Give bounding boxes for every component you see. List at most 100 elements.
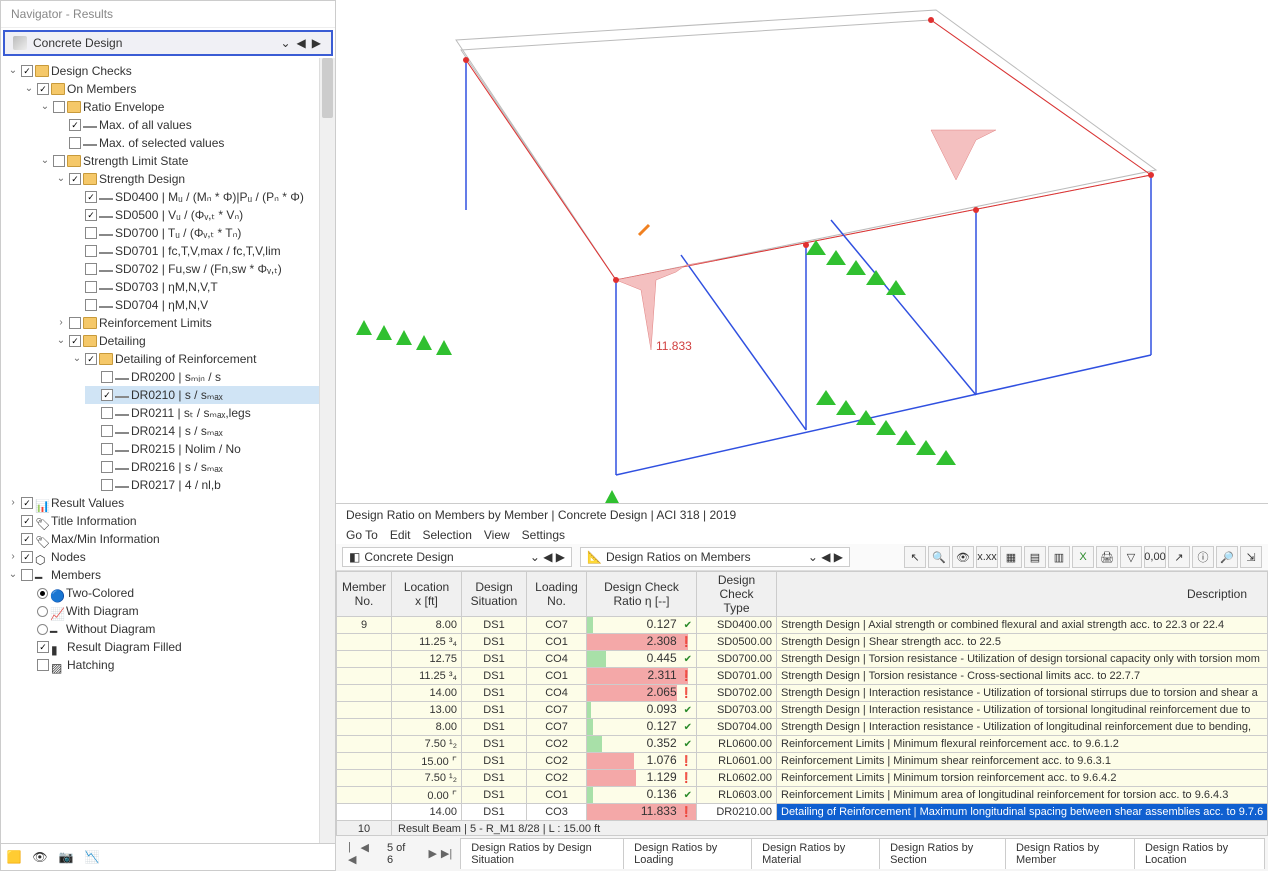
expand-icon[interactable]: ⌄ <box>39 98 51 116</box>
radio[interactable] <box>37 588 48 599</box>
table-row[interactable]: 8.00DS1CO70.127 ✔SD0704.00Strength Desig… <box>337 719 1268 736</box>
checkbox[interactable] <box>101 425 113 437</box>
menu-selection[interactable]: Selection <box>423 528 472 542</box>
tree-item[interactable]: Nodes <box>51 548 86 566</box>
checkbox[interactable] <box>101 443 113 455</box>
diagram-button[interactable]: 📉 <box>83 848 101 866</box>
checkbox[interactable] <box>37 659 49 671</box>
col-description[interactable]: Description <box>777 572 1268 617</box>
expand-icon[interactable]: ⌄ <box>55 170 67 188</box>
checkbox[interactable] <box>69 119 81 131</box>
tree-item[interactable]: DR0214 | s / sₘₐₓ <box>131 422 223 440</box>
checkbox[interactable] <box>21 515 33 527</box>
expand-icon[interactable]: ⌄ <box>55 332 67 350</box>
camera-button[interactable]: 📷 <box>57 848 75 866</box>
tb-info-button[interactable]: ⓘ <box>1192 546 1214 568</box>
table-row[interactable]: 0.00 ⌜DS1CO10.136 ✔RL0603.00Reinforcemen… <box>337 787 1268 804</box>
checkbox[interactable] <box>101 389 113 401</box>
tree-item[interactable]: With Diagram <box>66 602 139 620</box>
checkbox[interactable] <box>21 497 33 509</box>
tb-print-button[interactable]: 🖨 <box>1096 546 1118 568</box>
tree-item[interactable]: Detailing of Reinforcement <box>115 350 256 368</box>
col-member-no[interactable]: Member No. <box>337 572 392 617</box>
expand-icon[interactable]: ⌄ <box>39 152 51 170</box>
tree-item[interactable]: Ratio Envelope <box>83 98 164 116</box>
checkbox[interactable] <box>85 299 97 311</box>
tb-collapse-button[interactable]: ⇲ <box>1240 546 1262 568</box>
tree-item[interactable]: On Members <box>67 80 136 98</box>
tree-item[interactable]: Title Information <box>51 512 137 530</box>
tb-table-button[interactable]: ▦ <box>1000 546 1022 568</box>
tb-eye-button[interactable]: 👁 <box>952 546 974 568</box>
tree-item[interactable]: Max. of all values <box>99 116 192 134</box>
tree-item[interactable]: Members <box>51 566 101 584</box>
col-ratio[interactable]: Design Check Ratio η [--] <box>587 572 697 617</box>
tab-by-section[interactable]: Design Ratios by Section <box>879 838 1006 869</box>
checkbox[interactable] <box>69 173 81 185</box>
next-page-button[interactable]: ▶ <box>428 847 436 860</box>
checkbox[interactable] <box>101 371 113 383</box>
checkbox[interactable] <box>53 101 65 113</box>
first-page-button[interactable]: |◀ <box>348 841 356 866</box>
expand-icon[interactable]: ⌄ <box>23 80 35 98</box>
checkbox[interactable] <box>85 353 97 365</box>
prev-page-button[interactable]: ◀ <box>360 841 368 866</box>
tb-filter-button[interactable]: ▽ <box>1120 546 1142 568</box>
tree-item-selected[interactable]: DR0210 | s / sₘₐₓ <box>131 386 223 404</box>
tree-item[interactable]: SD0702 | Fu,sw / (Fn,sw * Φᵥ,ₜ) <box>115 260 282 278</box>
tree-item[interactable]: DR0215 | Nolim / No <box>131 440 241 458</box>
expand-icon[interactable]: › <box>7 548 19 566</box>
radio[interactable] <box>37 624 48 635</box>
tab-by-material[interactable]: Design Ratios by Material <box>751 838 880 869</box>
tree-scrollbar[interactable] <box>319 58 335 843</box>
tb-select-button[interactable]: ↖ <box>904 546 926 568</box>
tb-find-button[interactable]: 🔎 <box>1216 546 1238 568</box>
dropdown-caret-icon[interactable]: ⌄ <box>278 36 292 50</box>
table-row[interactable]: 98.00DS1CO70.127 ✔SD0400.00Strength Desi… <box>337 617 1268 634</box>
checkbox[interactable] <box>37 641 49 653</box>
tree-item[interactable]: Hatching <box>67 656 114 674</box>
tree-item[interactable]: Strength Design <box>99 170 185 188</box>
tree-item[interactable]: SD0703 | ηM,N,V,T <box>115 278 218 296</box>
tree-item[interactable]: Reinforcement Limits <box>99 314 212 332</box>
tree-item[interactable]: Without Diagram <box>66 620 155 638</box>
tree-item[interactable]: Max. of selected values <box>99 134 224 152</box>
menu-view[interactable]: View <box>484 528 510 542</box>
menu-goto[interactable]: Go To <box>346 528 378 542</box>
checkbox[interactable] <box>69 137 81 149</box>
tree-item[interactable]: DR0200 | sₘᵢₙ / s <box>131 368 221 386</box>
result-category-dropdown[interactable]: ◧Concrete Design⌄ ◀ ▶ <box>342 547 572 567</box>
checkbox[interactable] <box>85 209 97 221</box>
expand-icon[interactable]: ⌄ <box>71 350 83 368</box>
tb-export-button[interactable]: ▥ <box>1048 546 1070 568</box>
menu-edit[interactable]: Edit <box>390 528 411 542</box>
tree-item[interactable]: Two-Colored <box>66 584 134 602</box>
table-row[interactable]: 15.00 ⌜DS1CO21.076 ❗RL0601.00Reinforceme… <box>337 753 1268 770</box>
tree-item[interactable]: DR0216 | s / sₘₐₓ <box>131 458 223 476</box>
table-row[interactable]: 14.00DS1CO42.065 ❗SD0702.00Strength Desi… <box>337 685 1268 702</box>
radio[interactable] <box>37 606 48 617</box>
tree-item[interactable]: Result Diagram Filled <box>67 638 182 656</box>
tree-item[interactable]: Strength Limit State <box>83 152 188 170</box>
result-type-dropdown[interactable]: 📐Design Ratios on Members⌄ ◀ ▶ <box>580 547 850 567</box>
table-row[interactable]: 11.25 ³₄DS1CO12.308 ❗SD0500.00Strength D… <box>337 634 1268 651</box>
tab-by-situation[interactable]: Design Ratios by Design Situation <box>460 838 624 869</box>
expand-icon[interactable]: ⌄ <box>7 62 19 80</box>
tb-excel-button[interactable]: X <box>1072 546 1094 568</box>
tree-item[interactable]: SD0400 | Mᵤ / (Mₙ * Φ)|Pᵤ / (Pₙ * Φ) <box>115 188 304 206</box>
col-loading[interactable]: Loading No. <box>527 572 587 617</box>
checkbox[interactable] <box>101 407 113 419</box>
table-row[interactable]: 12.75DS1CO40.445 ✔SD0700.00Strength Desi… <box>337 651 1268 668</box>
next-arrow-icon[interactable]: ▶ <box>310 36 323 50</box>
tb-pointer-button[interactable]: ↗ <box>1168 546 1190 568</box>
tree-item[interactable]: Detailing <box>99 332 146 350</box>
checkbox[interactable] <box>101 461 113 473</box>
tree-item[interactable]: SD0701 | fc,T,V,max / fc,T,V,lim <box>115 242 281 260</box>
expand-icon[interactable]: › <box>7 494 19 512</box>
checkbox[interactable] <box>85 281 97 293</box>
checkbox[interactable] <box>85 245 97 257</box>
expand-icon[interactable]: ⌄ <box>7 566 19 584</box>
checkbox[interactable] <box>69 335 81 347</box>
tb-xxx-button[interactable]: x.xx <box>976 546 998 568</box>
tb-precision-button[interactable]: 0,00 <box>1144 546 1166 568</box>
